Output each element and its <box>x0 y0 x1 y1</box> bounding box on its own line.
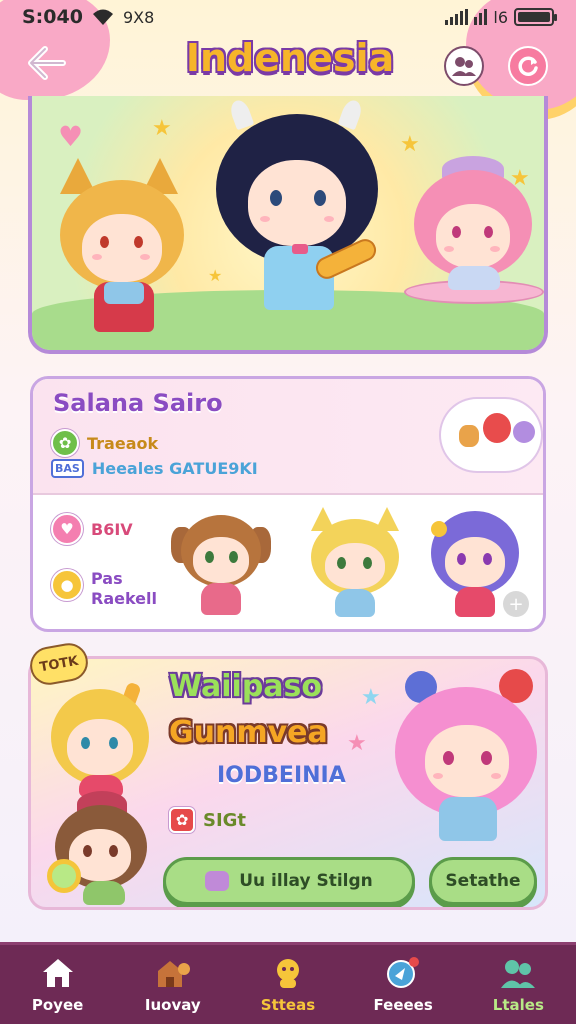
character-card[interactable]: Salana Sairo ✿ Traeaok BAS Heeales GATUE… <box>30 376 546 632</box>
pink-girl-character <box>404 156 544 336</box>
primary-action-button[interactable]: Uu illay Stilgn <box>163 857 415 905</box>
card-row-2: BAS Heeales GATUE9KI <box>51 459 258 478</box>
status-time: S:040 <box>22 6 83 28</box>
fox-girl-character <box>52 154 192 344</box>
coin-icon: ● <box>51 569 83 601</box>
stat-2-line-b: Raekell <box>91 589 157 608</box>
nav-item-characters[interactable]: Stteas <box>238 956 338 1014</box>
event-tag-text: SIGt <box>203 809 247 831</box>
nav-label-characters: Stteas <box>260 995 316 1014</box>
event-card[interactable]: ★ ★ Waiipaso Gunmvea IODBEINIA ✿ SIGt Uu… <box>28 656 548 910</box>
home-icon <box>39 956 77 990</box>
status-carrier: l6 <box>493 7 508 27</box>
wifi-icon <box>92 9 113 25</box>
secondary-action-button[interactable]: Setathe <box>429 857 537 905</box>
page-title: Indenesia <box>185 36 395 80</box>
back-arrow-icon <box>28 46 66 80</box>
nav-label-home: Poyee <box>31 995 84 1014</box>
card-row-1: ✿ Traeaok <box>51 429 158 457</box>
signal-icon-2 <box>474 9 488 25</box>
stat-row-2: ● Pas Raekell <box>51 569 157 609</box>
blonde-cat-character[interactable] <box>305 505 405 621</box>
heart-icon: ♥ <box>51 513 83 545</box>
star-icon: ★ <box>400 132 420 157</box>
blonde-girl-character <box>45 679 155 799</box>
hat-girl-character <box>45 787 155 907</box>
gift-icon <box>205 871 230 891</box>
bottom-nav: Poyee Iuovay Stteas Feeees Ltales <box>0 942 576 1024</box>
nav-label-explore: Feeees <box>373 995 433 1014</box>
refresh-button[interactable] <box>508 46 548 86</box>
stat-row-1: ♥ B6IV <box>51 513 133 545</box>
pigtail-girl-character <box>391 667 541 847</box>
primary-action-label: Uu illay Stilgn <box>239 871 373 891</box>
stat-2-line-a: Pas <box>91 569 123 588</box>
leaf-icon: ✿ <box>51 429 79 457</box>
nav-label-friends: Ltales <box>492 995 544 1014</box>
event-title-1: Waiipaso <box>169 669 323 704</box>
hero-banner: ★ ★ ★ ★ ♥ <box>28 96 548 354</box>
horned-girl-character <box>212 97 382 334</box>
event-title-3: IODBEINIA <box>217 763 346 788</box>
tag-icon: ✿ <box>169 807 195 833</box>
house-pet-icon <box>154 956 192 990</box>
people-button[interactable] <box>444 46 484 86</box>
status-network: 9X8 <box>122 7 155 27</box>
card-row-2-text: Heeales GATUE9KI <box>91 459 258 478</box>
star-icon: ★ <box>347 731 367 756</box>
nav-item-friends[interactable]: Ltales <box>468 956 568 1014</box>
heart-icon: ♥ <box>58 120 84 153</box>
event-tag: ✿ SIGt <box>169 807 246 833</box>
stat-1-text: B6IV <box>91 519 133 539</box>
back-button[interactable] <box>20 40 74 86</box>
plus-icon: + <box>508 593 524 615</box>
signal-icon <box>445 9 469 25</box>
star-icon: ★ <box>152 116 172 141</box>
event-title-2: Gunmvea <box>169 715 328 750</box>
nav-item-explore[interactable]: Feeees <box>353 956 453 1014</box>
secondary-action-label: Setathe <box>445 871 521 891</box>
thought-bubble <box>441 399 541 471</box>
status-bar: S:040 9X8 l6 <box>0 0 576 34</box>
people-icon <box>452 57 476 76</box>
explore-icon <box>384 956 422 990</box>
refresh-icon <box>518 56 538 76</box>
card-title: Salana Sairo <box>53 389 223 417</box>
star-icon: ★ <box>361 685 381 710</box>
nav-item-pets[interactable]: Iuovay <box>123 956 223 1014</box>
card-badge: BAS <box>51 459 84 478</box>
nav-label-pets: Iuovay <box>144 995 201 1014</box>
battery-icon <box>514 8 557 26</box>
nav-item-home[interactable]: Poyee <box>8 956 108 1014</box>
character-icon <box>269 956 307 990</box>
friends-icon <box>499 956 537 990</box>
card-row-1-text: Traeaok <box>87 433 159 453</box>
more-button[interactable]: + <box>503 591 529 617</box>
brown-dog-character[interactable] <box>169 511 273 621</box>
